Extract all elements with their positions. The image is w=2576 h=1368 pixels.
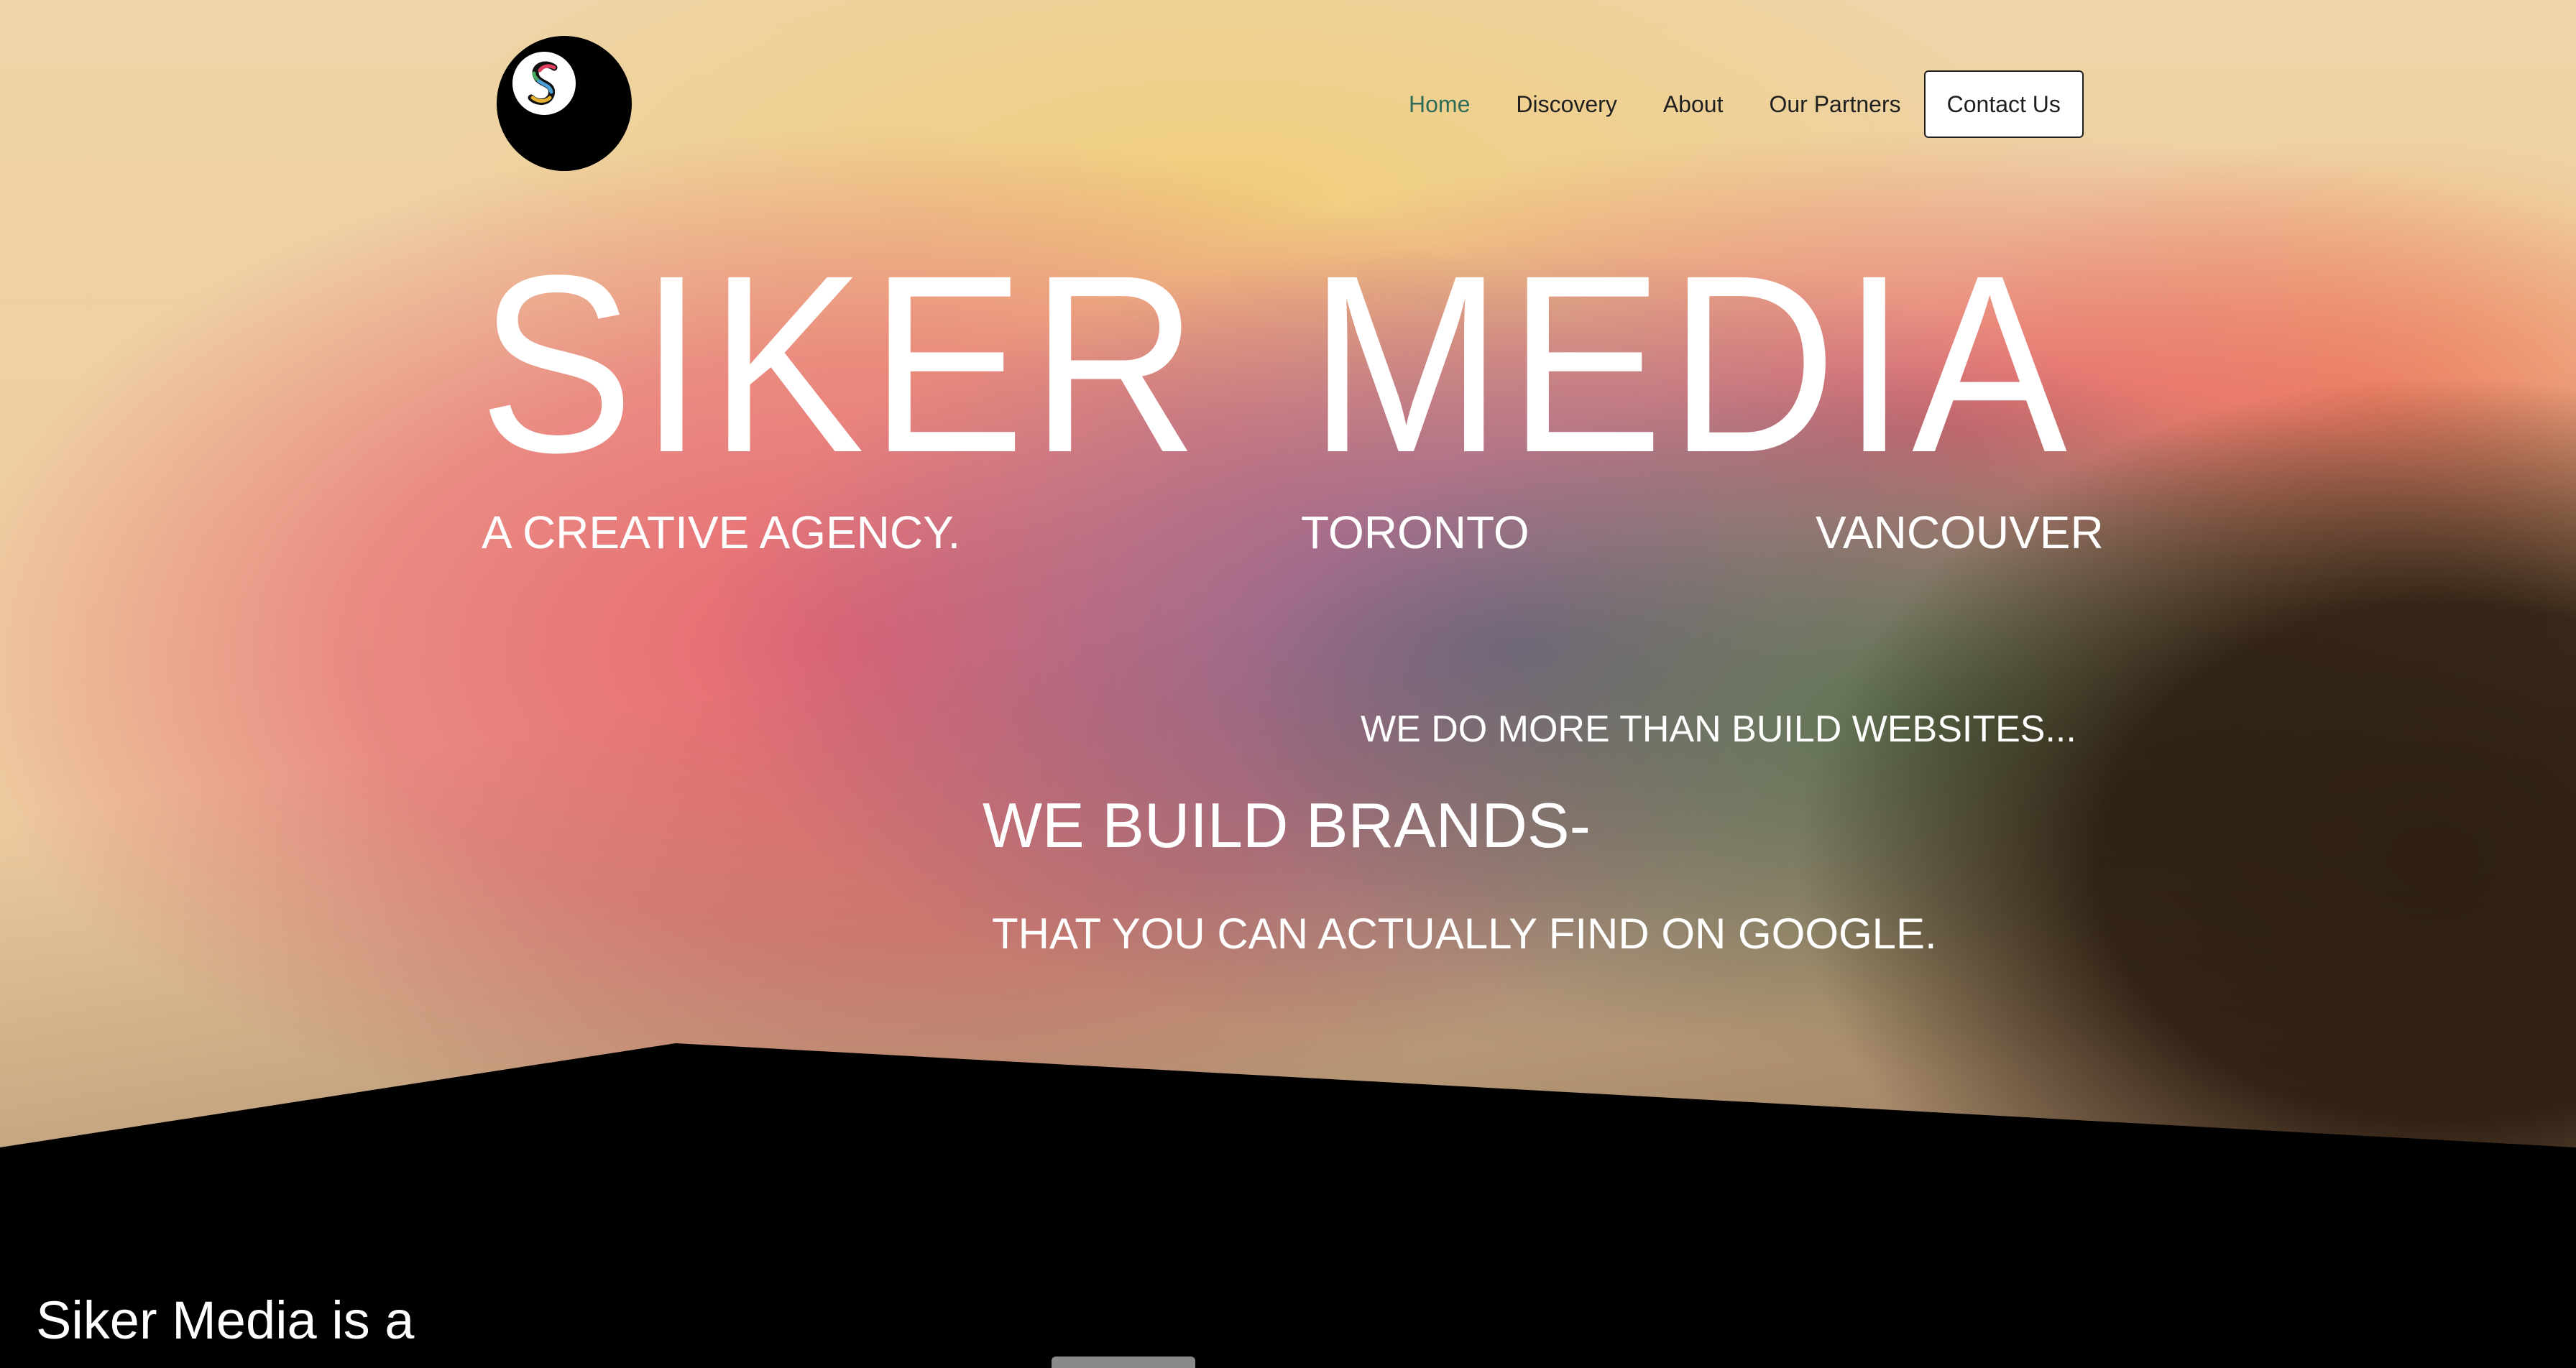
hero-city-vancouver: VANCOUVER	[1816, 507, 2104, 558]
hero-tagline: A CREATIVE AGENCY.	[482, 507, 961, 558]
black-angled-section	[0, 1043, 2576, 1368]
floating-tab-handle[interactable]	[1052, 1357, 1195, 1368]
nav-about-link[interactable]: About	[1663, 91, 1724, 118]
hero-title-left: SIKER	[479, 222, 1204, 505]
contact-us-button[interactable]: Contact Us	[1923, 70, 2084, 138]
siker-s-logo-icon	[512, 52, 576, 115]
hero-tagline-row: A CREATIVE AGENCY. TORONTO VANCOUVER	[482, 506, 2104, 563]
hero-line-brands: WE BUILD BRANDS-	[983, 790, 1591, 861]
hero-line-google: THAT YOU CAN ACTUALLY FIND ON GOOGLE.	[992, 910, 1937, 958]
nav-our-partners-link[interactable]: Our Partners	[1769, 91, 1900, 118]
about-intro-text: Siker Media is a	[36, 1290, 415, 1350]
nav-home-link[interactable]: Home	[1409, 91, 1470, 118]
hero-city-toronto: TORONTO	[1301, 507, 1530, 558]
hero-section: Home Discovery About Our Partners Contac…	[0, 0, 2576, 1368]
nav-discovery-link[interactable]: Discovery	[1516, 91, 1616, 118]
site-logo[interactable]	[497, 36, 632, 171]
hero-title-right: MEDIA	[1309, 222, 2073, 505]
hero-line-websites: WE DO MORE THAN BUILD WEBSITES...	[1361, 708, 2076, 750]
hero-title: SIKER MEDIA	[479, 237, 2139, 490]
main-nav: Home Discovery About Our Partners Contac…	[1409, 70, 2084, 138]
